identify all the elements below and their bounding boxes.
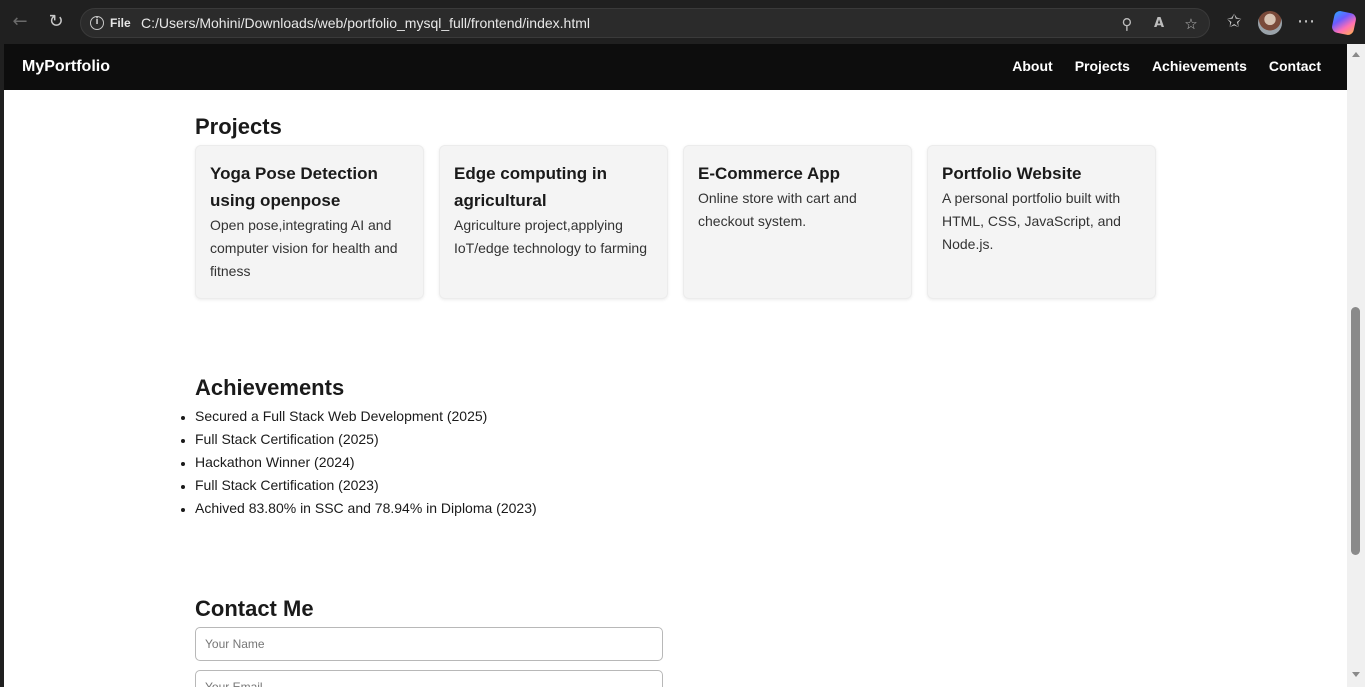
navbar: MyPortfolio About Projects Achievements … — [4, 44, 1347, 90]
project-title: E-Commerce App — [698, 164, 841, 183]
back-icon[interactable]: ← — [8, 10, 32, 34]
browser-toolbar: ← ↻ i File C:/Users/Mohini/Downloads/web… — [0, 0, 1365, 44]
project-title: Yoga Pose Detection using openpose — [210, 164, 378, 210]
project-card: Yoga Pose Detection using openpose Open … — [195, 145, 424, 299]
project-description: Online store with cart and checkout syst… — [698, 190, 857, 229]
project-card: Portfolio Website A personal portfolio b… — [927, 145, 1156, 299]
project-description: Open pose,integrating AI and computer vi… — [210, 217, 398, 279]
scroll-thumb[interactable] — [1351, 307, 1360, 555]
scroll-down-icon[interactable] — [1352, 672, 1360, 677]
project-description: Agriculture project,applying IoT/edge te… — [454, 217, 648, 256]
achievements-heading: Achievements — [195, 375, 345, 400]
project-title: Edge computing in agricultural — [454, 164, 607, 210]
achievements-list: Secured a Full Stack Web Development (20… — [195, 405, 537, 520]
info-icon[interactable]: i — [90, 16, 104, 30]
url-text[interactable]: C:/Users/Mohini/Downloads/web/portfolio_… — [141, 15, 590, 31]
email-input[interactable] — [195, 670, 663, 687]
brand-logo[interactable]: MyPortfolio — [22, 58, 110, 76]
project-description: A personal portfolio built with HTML, CS… — [942, 190, 1121, 252]
profile-avatar[interactable] — [1258, 11, 1282, 35]
list-item: Full Stack Certification (2025) — [195, 428, 537, 451]
copilot-icon[interactable] — [1330, 9, 1358, 37]
page-viewport: MyPortfolio About Projects Achievements … — [4, 44, 1347, 687]
zoom-icon[interactable]: ⚲ — [1117, 14, 1137, 34]
list-item: Hackathon Winner (2024) — [195, 451, 537, 474]
list-item: Full Stack Certification (2023) — [195, 474, 537, 497]
more-options-icon[interactable]: ⋯ — [1294, 10, 1318, 34]
name-input[interactable] — [195, 627, 663, 661]
nav-link-about[interactable]: About — [1012, 58, 1052, 74]
address-bar[interactable]: i File C:/Users/Mohini/Downloads/web/por… — [80, 8, 1210, 38]
favorites-icon[interactable]: ✩ — [1222, 10, 1246, 34]
project-title: Portfolio Website — [942, 164, 1082, 183]
nav-links: About Projects Achievements Contact — [1012, 58, 1321, 74]
favorite-star-icon[interactable]: ☆ — [1181, 14, 1201, 34]
list-item: Achived 83.80% in SSC and 78.94% in Dipl… — [195, 497, 537, 520]
file-label: File — [110, 16, 131, 30]
scroll-up-icon[interactable] — [1352, 52, 1360, 57]
project-card: E-Commerce App Online store with cart an… — [683, 145, 912, 299]
nav-link-contact[interactable]: Contact — [1269, 58, 1321, 74]
read-aloud-icon[interactable]: A — [1149, 14, 1169, 34]
projects-heading: Projects — [195, 114, 282, 139]
list-item: Secured a Full Stack Web Development (20… — [195, 405, 537, 428]
nav-link-achievements[interactable]: Achievements — [1152, 58, 1247, 74]
page-scrollbar[interactable] — [1347, 44, 1365, 687]
project-card: Edge computing in agricultural Agricultu… — [439, 145, 668, 299]
contact-heading: Contact Me — [195, 596, 314, 621]
nav-link-projects[interactable]: Projects — [1075, 58, 1130, 74]
reload-icon[interactable]: ↻ — [44, 10, 68, 34]
